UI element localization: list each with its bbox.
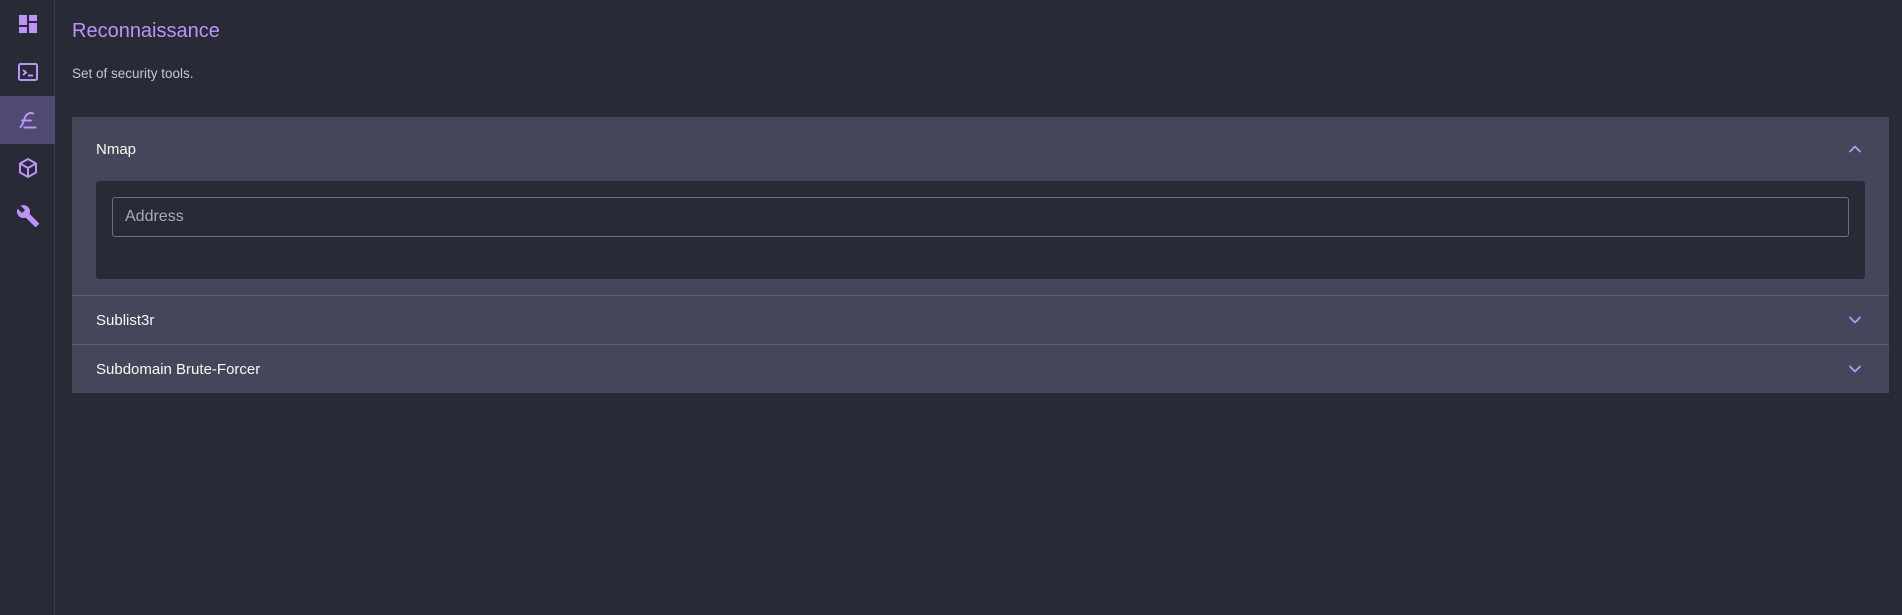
nav-item-reconnaissance[interactable] bbox=[0, 96, 55, 144]
tool-panel-nmap: Nmap bbox=[72, 117, 1889, 296]
recon-icon bbox=[16, 108, 40, 132]
chevron-down-icon bbox=[1845, 359, 1865, 379]
app-window: Reconnaissance Set of security tools. Nm… bbox=[0, 0, 1902, 615]
sidebar bbox=[0, 0, 55, 615]
tool-panel-subdomain-brute-forcer: Subdomain Brute-Forcer bbox=[72, 345, 1889, 393]
chevron-up-icon bbox=[1845, 139, 1865, 159]
nav-item-packages[interactable] bbox=[0, 144, 55, 192]
dashboard-icon bbox=[16, 12, 40, 36]
tool-header-nmap[interactable]: Nmap bbox=[72, 117, 1889, 181]
nav-item-terminal[interactable] bbox=[0, 48, 55, 96]
tool-header-sublist3r[interactable]: Sublist3r bbox=[72, 296, 1889, 344]
tool-title: Sublist3r bbox=[96, 311, 155, 329]
main-content: Reconnaissance Set of security tools. Nm… bbox=[72, 0, 1889, 615]
page-title: Reconnaissance bbox=[72, 20, 220, 42]
tool-title: Nmap bbox=[96, 140, 137, 158]
tool-header-subdomain-brute-forcer[interactable]: Subdomain Brute-Forcer bbox=[72, 345, 1889, 393]
chevron-down-icon bbox=[1845, 310, 1865, 330]
tool-panel-sublist3r: Sublist3r bbox=[72, 296, 1889, 345]
tools-accordion: Nmap Sublist3r bbox=[72, 117, 1889, 393]
terminal-icon bbox=[16, 60, 40, 84]
nav-item-tools[interactable] bbox=[0, 192, 55, 240]
page-subtitle: Set of security tools. bbox=[72, 66, 194, 81]
nmap-panel-body bbox=[96, 181, 1865, 279]
tool-title: Subdomain Brute-Forcer bbox=[96, 360, 261, 378]
nav-item-dashboard[interactable] bbox=[0, 0, 55, 48]
address-input[interactable] bbox=[112, 197, 1849, 237]
package-icon bbox=[16, 156, 40, 180]
wrench-icon bbox=[16, 204, 40, 228]
